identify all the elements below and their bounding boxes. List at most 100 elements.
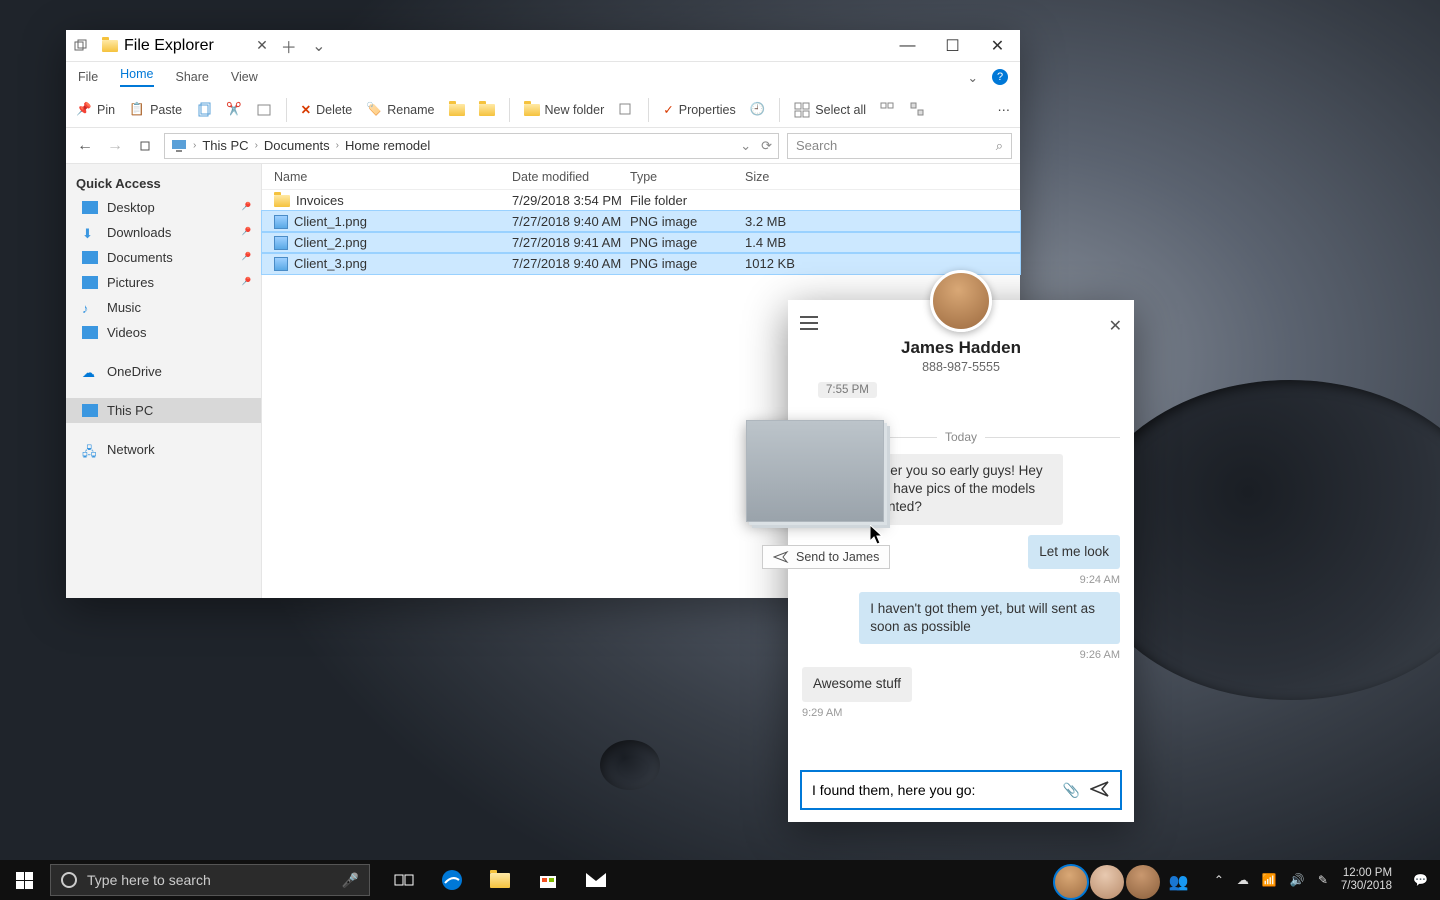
tray-chevron-icon[interactable]: ⌃: [1214, 873, 1224, 887]
taskbar-clock[interactable]: 12:00 PM 7/30/2018: [1341, 867, 1400, 893]
taskbar: Type here to search 🎤 👥 ⌃ ☁ 📶 🔊 ✎ 12:00 …: [0, 860, 1440, 900]
refresh-icon[interactable]: ⟳: [761, 138, 772, 154]
col-date[interactable]: Date modified: [512, 170, 630, 184]
file-row[interactable]: Client_2.png7/27/2018 9:41 AMPNG image1.…: [262, 232, 1020, 253]
tray-wifi-icon[interactable]: 📶: [1262, 873, 1277, 887]
menu-share[interactable]: Share: [176, 70, 209, 84]
taskbar-people: 👥: [1054, 862, 1202, 899]
message-bubble[interactable]: I haven't got them yet, but will sent as…: [859, 592, 1120, 644]
pinned-contact-2[interactable]: [1090, 865, 1124, 899]
tray-volume-icon[interactable]: 🔊: [1290, 873, 1305, 887]
maximize-button[interactable]: ☐: [930, 30, 975, 62]
attach-icon[interactable]: 📎: [1063, 782, 1080, 799]
minimize-button[interactable]: —: [885, 30, 930, 62]
col-type[interactable]: Type: [630, 170, 745, 184]
window-tab[interactable]: File Explorer ✕: [96, 30, 274, 62]
col-name[interactable]: Name: [262, 170, 512, 184]
cut-icon[interactable]: ✂️: [226, 102, 242, 117]
hamburger-icon[interactable]: [800, 316, 818, 335]
nav-network[interactable]: 🖧Network: [66, 437, 261, 462]
menu-bar: File Home Share View ⌄ ?: [66, 62, 1020, 92]
taskbar-explorer[interactable]: [476, 860, 524, 900]
menu-file[interactable]: File: [78, 70, 98, 84]
chat-close-button[interactable]: ✕: [1109, 316, 1122, 336]
nav-downloads[interactable]: ⬇Downloads📍: [66, 220, 261, 245]
file-date: 7/27/2018 9:40 AM: [512, 256, 630, 271]
taskbar-edge[interactable]: [428, 860, 476, 900]
file-size: 3.2 MB: [745, 214, 825, 229]
new-tab-button[interactable]: ＋: [274, 34, 304, 58]
nav-videos[interactable]: Videos: [66, 320, 261, 345]
tray-onedrive-icon[interactable]: ☁: [1237, 873, 1249, 887]
start-button[interactable]: [0, 860, 48, 900]
invert-selection-icon[interactable]: [910, 102, 926, 118]
new-item-icon[interactable]: [618, 102, 634, 118]
nav-pictures[interactable]: Pictures📍: [66, 270, 261, 295]
file-row[interactable]: Invoices7/29/2018 3:54 PMFile folder: [262, 190, 1020, 211]
nav-forward-button[interactable]: →: [104, 135, 126, 157]
nav-back-button[interactable]: ←: [74, 135, 96, 157]
more-icon[interactable]: ⋯: [998, 102, 1011, 117]
message-input[interactable]: [812, 782, 1053, 798]
titlebar[interactable]: File Explorer ✕ ＋ ⌄ — ☐ ✕: [66, 30, 1020, 62]
file-row[interactable]: Client_1.png7/27/2018 9:40 AMPNG image3.…: [262, 211, 1020, 232]
help-icon[interactable]: ?: [992, 69, 1008, 85]
paste-button[interactable]: 📋Paste: [129, 102, 182, 118]
new-folder-button[interactable]: New folder: [524, 103, 605, 117]
copy-path-icon[interactable]: [256, 102, 272, 118]
pinned-contact-3[interactable]: [1126, 865, 1160, 899]
select-all-button[interactable]: Select all: [794, 102, 866, 118]
move-to-icon[interactable]: [449, 104, 465, 116]
nav-this-pc[interactable]: This PC: [66, 398, 261, 423]
tab-close-icon[interactable]: ✕: [256, 37, 268, 54]
nav-onedrive[interactable]: ☁OneDrive: [66, 359, 261, 384]
breadcrumb-root[interactable]: This PC: [202, 138, 248, 153]
taskbar-store[interactable]: [524, 860, 572, 900]
notifications-icon[interactable]: 💬: [1413, 873, 1428, 887]
breadcrumb-documents[interactable]: Documents: [264, 138, 330, 153]
task-view-button[interactable]: [380, 860, 428, 900]
ribbon-collapse-icon[interactable]: ⌄: [968, 70, 978, 85]
delete-button[interactable]: ✕Delete: [301, 102, 353, 117]
properties-button[interactable]: ✓Properties: [663, 102, 735, 117]
search-placeholder: Type here to search: [87, 872, 211, 888]
pin-button[interactable]: 📌Pin: [76, 102, 115, 118]
nav-desktop[interactable]: Desktop📍: [66, 195, 261, 220]
column-headers[interactable]: Name Date modified Type Size: [262, 164, 1020, 190]
message-row: I haven't got them yet, but will sent as…: [802, 592, 1120, 661]
prev-timestamp: 7:55 PM: [818, 382, 877, 398]
taskbar-mail[interactable]: [572, 860, 620, 900]
message-bubble[interactable]: Let me look: [1028, 535, 1120, 569]
tray-pen-icon[interactable]: ✎: [1318, 873, 1328, 887]
copy-to-icon[interactable]: [479, 104, 495, 116]
menu-view[interactable]: View: [231, 70, 258, 84]
search-input[interactable]: Search ⌕: [787, 133, 1012, 159]
people-button[interactable]: 👥: [1162, 865, 1196, 899]
cortana-icon: [61, 872, 77, 888]
close-button[interactable]: ✕: [975, 30, 1020, 62]
chat-input-row: 📎: [800, 770, 1122, 810]
rename-button[interactable]: 🏷️Rename: [366, 102, 434, 118]
col-size[interactable]: Size: [745, 170, 825, 184]
nav-music[interactable]: ♪Music: [66, 295, 261, 320]
nav-up-button[interactable]: [134, 135, 156, 157]
select-none-icon[interactable]: [880, 102, 896, 118]
file-type: PNG image: [630, 235, 745, 250]
address-dropdown-icon[interactable]: ⌄: [740, 138, 751, 154]
send-icon[interactable]: [1090, 781, 1110, 800]
menu-home[interactable]: Home: [120, 67, 153, 87]
file-row[interactable]: Client_3.png7/27/2018 9:40 AMPNG image10…: [262, 253, 1020, 274]
image-icon: [274, 236, 288, 250]
nav-documents[interactable]: Documents📍: [66, 245, 261, 270]
nav-quick-access[interactable]: Quick Access: [66, 172, 261, 195]
breadcrumb-folder[interactable]: Home remodel: [345, 138, 430, 153]
taskbar-search[interactable]: Type here to search 🎤: [50, 864, 370, 896]
copy-icon[interactable]: [196, 102, 212, 118]
address-bar[interactable]: › This PC › Documents › Home remodel ⌄ ⟳: [164, 133, 779, 159]
pinned-contact-1[interactable]: [1054, 865, 1088, 899]
history-icon[interactable]: 🕘: [750, 102, 766, 117]
message-bubble[interactable]: Awesome stuff: [802, 667, 912, 701]
tabs-icon[interactable]: [66, 38, 96, 54]
tab-chevron-icon[interactable]: ⌄: [304, 36, 334, 56]
mic-icon[interactable]: 🎤: [342, 872, 359, 889]
